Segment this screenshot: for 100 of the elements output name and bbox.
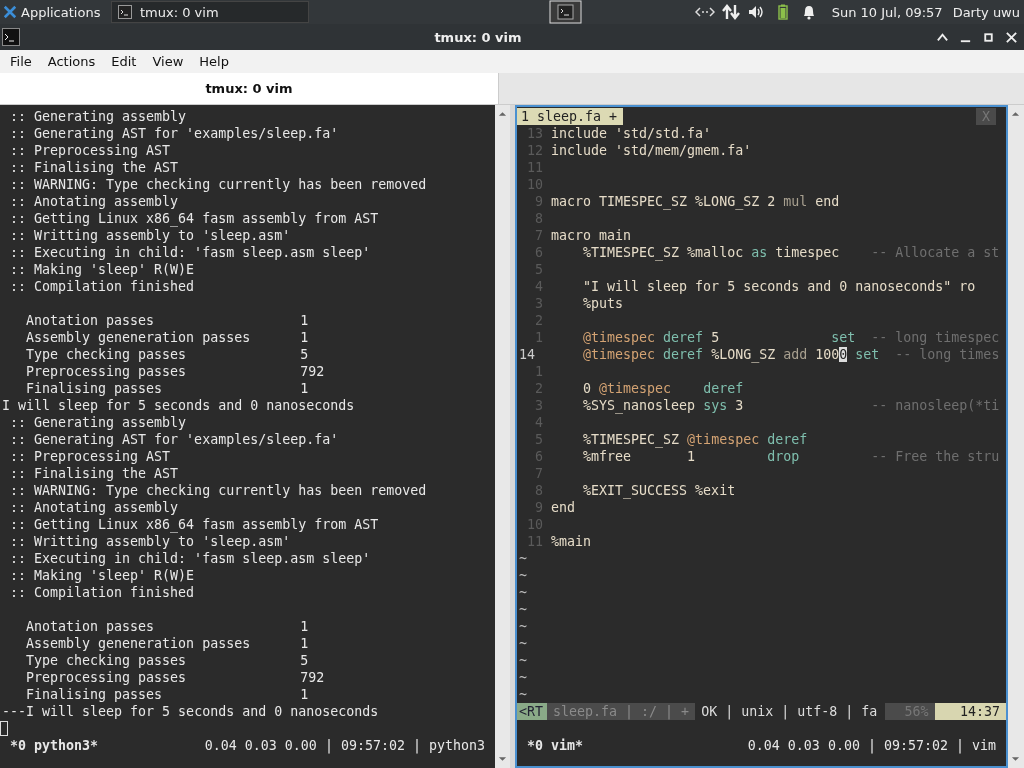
log-line: :: Writting assembly to 'sleep.asm' [9, 533, 291, 550]
log-line: :: WARNING: Type checking currently has been removed [9, 482, 427, 499]
stat-value: 792 [299, 669, 325, 686]
log-line: :: Generating assembly [9, 414, 187, 431]
code-line: end [551, 499, 576, 516]
tmux-status-info: 0.04 0.03 0.00 | 09:57:02 | python3 [204, 737, 485, 754]
scroll-down-icon[interactable] [1011, 756, 1020, 762]
log-line: :: Generating assembly [9, 108, 187, 125]
menu-item[interactable]: File [2, 54, 40, 69]
output-line: I will sleep for 5 seconds and 0 nanoseconds [1, 397, 355, 414]
stat-label: Assembly geneneration passes [25, 635, 252, 652]
terminal-icon[interactable] [549, 0, 582, 24]
code-line: %TIMESPEC_SZ %malloc as timespec -- Allocate a st [582, 244, 1000, 261]
stat-value: 1 [299, 686, 309, 703]
statusline-text: OK | unix | utf-8 | fa [700, 703, 879, 720]
stat-label: Type checking passes [25, 652, 188, 669]
empty-line-marker: ~ [518, 652, 527, 669]
user-menu[interactable]: Darty uwu [952, 4, 1020, 20]
close-icon[interactable] [1005, 30, 1018, 44]
stat-label: Finalising passes [25, 380, 164, 397]
terminal-tab[interactable]: tmux: 0 vim [0, 73, 499, 104]
menu-item[interactable]: Help [191, 54, 237, 69]
empty-line-marker: ~ [518, 635, 527, 652]
stat-value: 1 [299, 329, 309, 346]
code-line: %mfree 1 drop -- Free the stru [582, 448, 1000, 465]
code-line: macro main [551, 227, 632, 244]
shade-icon[interactable] [936, 30, 949, 44]
log-line: :: Making 'sleep' R(W)E [9, 261, 195, 278]
empty-line-marker: ~ [518, 584, 527, 601]
empty-line-marker: ~ [518, 567, 527, 584]
window-title: tmux: 0 vim [433, 29, 523, 45]
buffer-tab[interactable]: 1 sleep.fa + [517, 108, 624, 125]
menu-item[interactable]: Actions [39, 54, 104, 69]
log-line: :: Generating AST for 'examples/sleep.fa' [9, 431, 339, 448]
output-line: ---I will sleep for 5 seconds and 0 nanoseconds [1, 703, 379, 720]
code-line: macro TIMESPEC_SZ %LONG_SZ 2 mul end [551, 193, 840, 210]
log-line: :: Preprocessing AST [9, 142, 171, 159]
stat-label: Finalising passes [25, 686, 164, 703]
empty-line-marker: ~ [518, 618, 527, 635]
menu-item[interactable]: Edit [103, 54, 145, 69]
code-line: %SYS_nanosleep sys 3 -- nanosleep(*ti [582, 397, 1000, 414]
terminal-icon [2, 28, 20, 46]
maximize-icon[interactable] [982, 30, 995, 44]
code-line: %TIMESPEC_SZ @timespec deref [582, 431, 808, 448]
stat-label: Preprocessing passes [25, 363, 188, 380]
log-line: :: Executing in child: 'fasm sleep.asm sleep' [9, 244, 371, 261]
line-number: 14 [518, 346, 536, 363]
log-line: :: Preprocessing AST [9, 448, 171, 465]
empty-line-marker: ~ [518, 669, 527, 686]
terminal-icon [118, 5, 132, 19]
code-line: %main [551, 533, 592, 550]
stat-value: 1 [299, 635, 309, 652]
text-cursor [0, 721, 8, 736]
statusline-segment: 14:37 [934, 703, 1006, 720]
empty-line-marker: ~ [518, 550, 527, 567]
code-line: %puts [582, 295, 624, 312]
log-line: :: WARNING: Type checking currently has been removed [9, 176, 427, 193]
log-line: :: Executing in child: 'fasm sleep.asm sleep' [9, 550, 371, 567]
stat-label: Preprocessing passes [25, 669, 188, 686]
empty-line-marker: ~ [518, 601, 527, 618]
transfer-arrows-icon[interactable] [720, 4, 741, 20]
clock[interactable]: Sun 10 Jul, 09:57 [831, 4, 943, 20]
stat-value: 1 [299, 312, 309, 329]
tmux-status-info: 0.04 0.03 0.00 | 09:57:02 | vim [747, 737, 996, 754]
taskbar-button[interactable]: tmux: 0 vim [111, 1, 309, 23]
code-line: include 'std/mem/gmem.fa' [551, 142, 752, 159]
stat-value: 1 [299, 380, 309, 397]
stat-value: 1 [299, 618, 309, 635]
statusline-segment: <RT [517, 703, 548, 720]
empty-line-marker: ~ [518, 686, 527, 703]
log-line: :: Compilation finished [9, 584, 195, 601]
scroll-up-icon[interactable] [498, 111, 507, 117]
stat-value: 5 [299, 652, 309, 669]
log-line: :: Anotating assembly [9, 499, 179, 516]
applications-menu[interactable]: Applications [21, 4, 101, 20]
scroll-down-icon[interactable] [498, 756, 507, 762]
code-line: @timespec deref 5 set -- long timespec [582, 329, 1000, 346]
code-line: @timespec deref %LONG_SZ add 1000 set -- long times [582, 346, 1000, 363]
code-line: include 'std/std.fa' [551, 125, 712, 142]
log-line: :: Getting Linux x86_64 fasm assembly from AST [9, 210, 379, 227]
stat-value: 792 [299, 363, 325, 380]
tmux-window-label: *0 vim* [527, 737, 584, 754]
log-line: :: Writting assembly to 'sleep.asm' [9, 227, 291, 244]
stat-label: Type checking passes [25, 346, 188, 363]
code-line: %EXIT_SUCCESS %exit [582, 482, 736, 499]
code-line: 0 @timespec deref [582, 380, 744, 397]
scroll-up-icon[interactable] [1011, 111, 1020, 117]
log-line: :: Making 'sleep' R(W)E [9, 567, 195, 584]
log-line: :: Generating AST for 'examples/sleep.fa' [9, 125, 339, 142]
log-line: :: Finalising the AST [9, 465, 179, 482]
stat-label: Anotation passes [25, 618, 156, 635]
log-line: :: Compilation finished [9, 278, 195, 295]
stat-label: Anotation passes [25, 312, 156, 329]
menu-item[interactable]: View [144, 54, 192, 69]
statusline-segment: sleep.fa | :/ | + [547, 703, 696, 720]
stat-label: Assembly geneneration passes [25, 329, 252, 346]
log-line: :: Finalising the AST [9, 159, 179, 176]
log-line: :: Anotating assembly [9, 193, 179, 210]
stat-value: 5 [299, 346, 309, 363]
log-line: :: Getting Linux x86_64 fasm assembly from AST [9, 516, 379, 533]
